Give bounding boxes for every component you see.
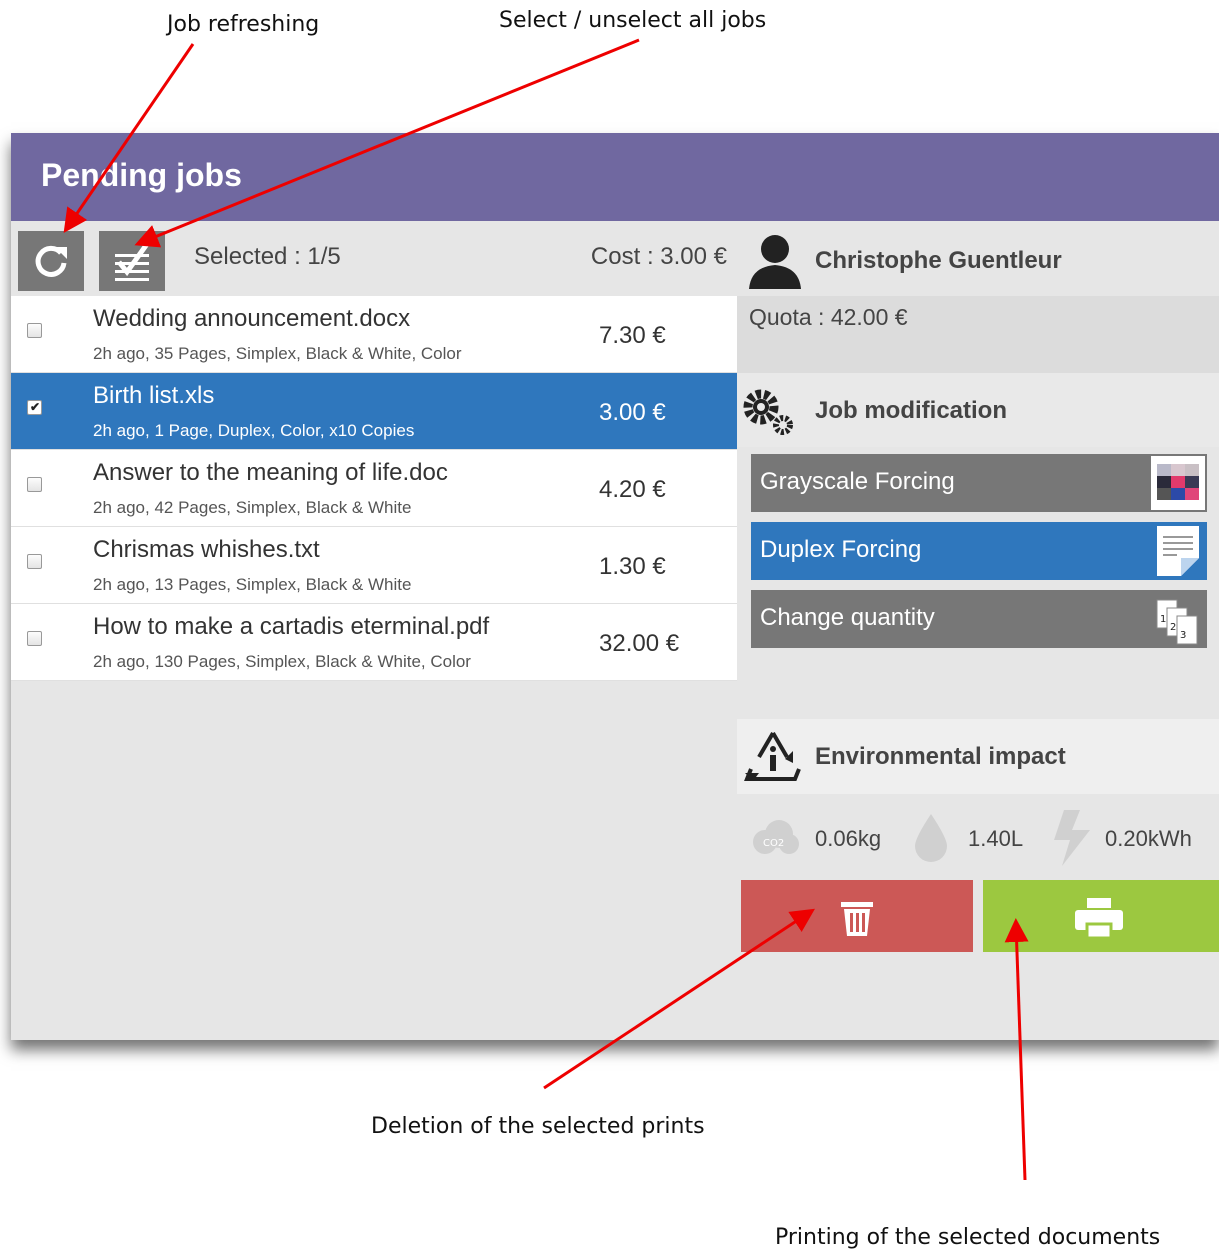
arrow-delete [543, 908, 816, 1090]
arrow-print [1004, 918, 1029, 1181]
arrow-select-all [134, 38, 640, 248]
annotation-arrows [63, 38, 1029, 1181]
arrow-refresh [63, 43, 195, 233]
